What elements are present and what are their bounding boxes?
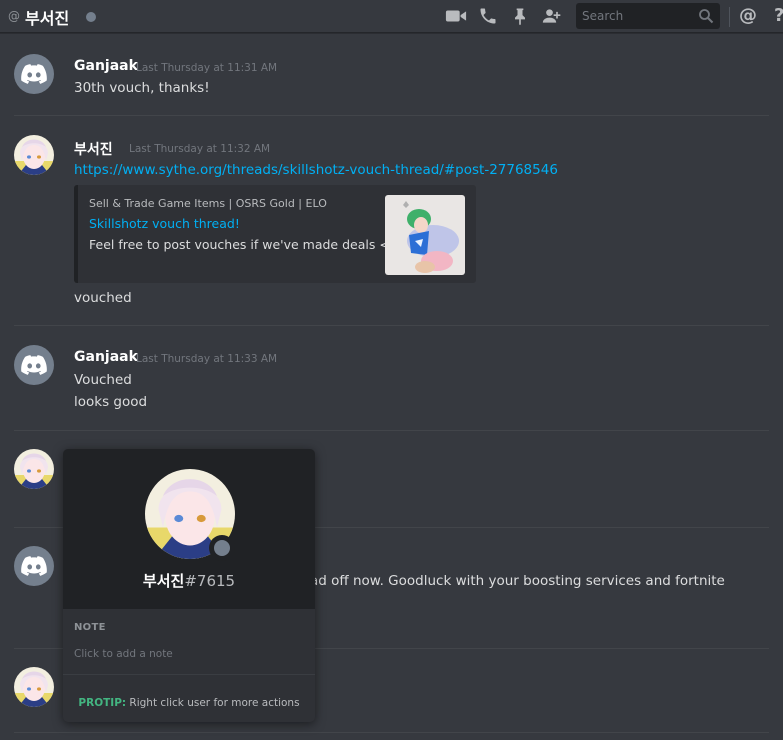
search-box[interactable]	[576, 3, 720, 29]
search-input[interactable]	[582, 7, 692, 25]
embed-provider[interactable]: Sell & Trade Game Items | OSRS Gold | EL…	[89, 197, 327, 210]
thread-link[interactable]: https://www.sythe.org/threads/skillshotz…	[74, 162, 558, 178]
discord-logo-icon	[21, 64, 47, 84]
video-call-icon[interactable]	[445, 6, 467, 26]
link-embed: Sell & Trade Game Items | OSRS Gold | EL…	[74, 185, 476, 283]
message-text: Vouched	[74, 372, 132, 388]
message-author[interactable]: 부서진	[74, 139, 113, 159]
avatar[interactable]	[14, 449, 54, 489]
embed-thumbnail[interactable]	[385, 195, 465, 275]
dm-at-symbol: @	[8, 9, 20, 23]
popout-header: 부서진#7615	[63, 449, 315, 609]
message-text: ad off now. Goodluck with your boosting …	[310, 573, 725, 589]
help-icon[interactable]: ?	[774, 5, 783, 26]
message-divider	[14, 732, 769, 733]
avatar[interactable]	[14, 546, 54, 586]
search-icon[interactable]	[698, 8, 714, 24]
header-divider	[729, 7, 730, 27]
message-author[interactable]: Ganjaak	[74, 58, 138, 74]
pin-icon[interactable]	[509, 6, 531, 26]
message-text: 30th vouch, thanks!	[74, 80, 210, 96]
message-text: vouched	[74, 290, 132, 306]
discord-logo-icon	[21, 355, 47, 375]
embed-description: Feel free to post vouches if we've made …	[89, 237, 398, 252]
popout-username[interactable]: 부서진#7615	[63, 570, 315, 591]
note-input[interactable]: Click to add a note	[74, 648, 304, 664]
status-offline-icon	[86, 12, 96, 22]
message-timestamp: Last Thursday at 11:33 AM	[136, 353, 278, 365]
message-link[interactable]: https://www.sythe.org/threads/skillshotz…	[74, 162, 558, 178]
status-offline-icon	[209, 535, 235, 561]
user-profile-popout: 부서진#7615 NOTE Click to add a note PROTIP…	[63, 449, 315, 722]
channel-header: @ 부서진 @ ?	[0, 0, 783, 33]
message-divider	[14, 325, 769, 326]
message-author[interactable]: Ganjaak	[74, 349, 138, 365]
username: 부서진	[142, 572, 185, 590]
protip-text: Right click user for more actions	[126, 697, 300, 709]
discord-logo-icon	[21, 556, 47, 576]
discriminator: #7615	[184, 572, 236, 590]
message-divider	[14, 430, 769, 431]
channel-title: 부서진	[25, 9, 70, 28]
message-text: looks good	[74, 394, 148, 410]
popout-divider	[63, 674, 315, 675]
message-divider	[14, 115, 769, 116]
avatar[interactable]	[14, 345, 54, 385]
protip: PROTIP: Right click user for more action…	[63, 697, 315, 709]
avatar[interactable]	[14, 135, 54, 175]
voice-call-icon[interactable]	[477, 6, 499, 26]
mentions-icon[interactable]: @	[739, 5, 757, 26]
add-friend-icon[interactable]	[541, 6, 563, 26]
note-header: NOTE	[74, 622, 106, 633]
embed-title[interactable]: Skillshotz vouch thread!	[89, 216, 240, 231]
avatar[interactable]	[14, 54, 54, 94]
message-timestamp: Last Thursday at 11:31 AM	[136, 62, 278, 74]
protip-label: PROTIP:	[78, 697, 127, 709]
message-timestamp: Last Thursday at 11:32 AM	[129, 143, 271, 155]
avatar[interactable]	[14, 667, 54, 707]
